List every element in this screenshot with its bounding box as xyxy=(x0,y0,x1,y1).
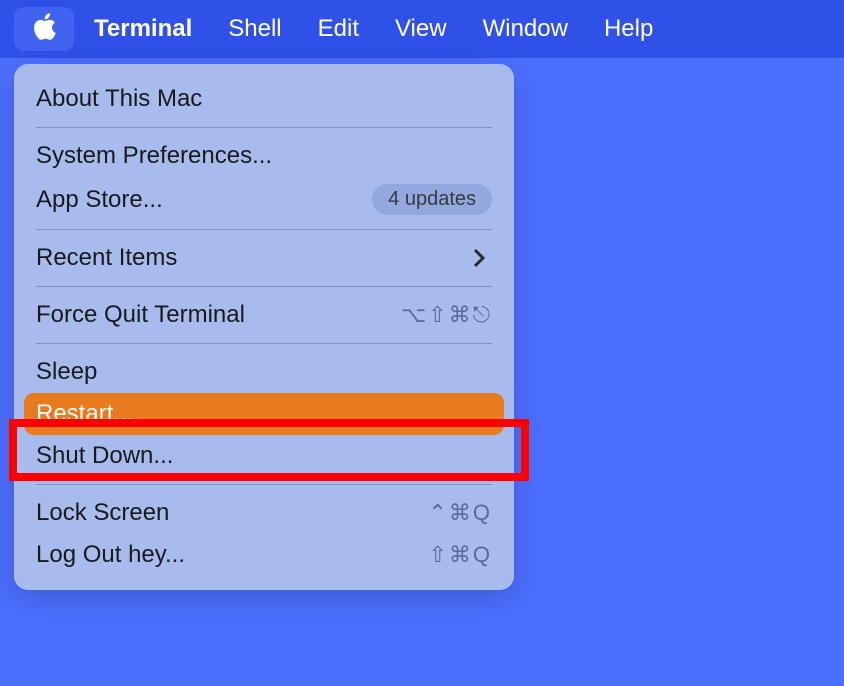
menu-item-app-store[interactable]: App Store... 4 updates xyxy=(14,177,514,222)
menu-separator xyxy=(36,286,492,287)
menu-item-recent-items[interactable]: Recent Items xyxy=(14,237,514,279)
apple-logo-icon xyxy=(31,12,57,47)
menu-item-label: Lock Screen xyxy=(36,499,169,527)
keyboard-shortcut: ⇧⌘Q xyxy=(428,542,492,568)
menu-separator xyxy=(36,127,492,128)
menubar: Terminal Shell Edit View Window Help xyxy=(0,0,844,58)
menu-item-log-out[interactable]: Log Out hey... ⇧⌘Q xyxy=(14,534,514,576)
menu-separator xyxy=(36,229,492,230)
menu-item-sleep[interactable]: Sleep xyxy=(14,351,514,393)
menu-item-label: System Preferences... xyxy=(36,142,272,170)
menubar-item-edit[interactable]: Edit xyxy=(300,0,377,58)
updates-badge: 4 updates xyxy=(372,184,492,215)
menubar-item-help[interactable]: Help xyxy=(586,0,671,58)
menu-separator xyxy=(36,484,492,485)
menu-item-system-preferences[interactable]: System Preferences... xyxy=(14,135,514,177)
menu-item-restart[interactable]: Restart... xyxy=(24,393,504,435)
keyboard-shortcut: ⌥⇧⌘⎋ xyxy=(401,302,492,328)
menu-item-label: Recent Items xyxy=(36,244,177,272)
menubar-item-shell[interactable]: Shell xyxy=(210,0,299,58)
chevron-right-icon xyxy=(472,247,486,269)
menubar-app-name[interactable]: Terminal xyxy=(84,0,210,58)
menu-item-label: About This Mac xyxy=(36,85,202,113)
menu-separator xyxy=(36,343,492,344)
menubar-item-view[interactable]: View xyxy=(377,0,465,58)
menu-item-force-quit[interactable]: Force Quit Terminal ⌥⇧⌘⎋ xyxy=(14,294,514,336)
keyboard-shortcut: ⌃⌘Q xyxy=(428,500,492,526)
apple-menu-button[interactable] xyxy=(14,7,74,51)
apple-menu-dropdown: About This Mac System Preferences... App… xyxy=(14,64,514,590)
menu-item-label: Log Out hey... xyxy=(36,541,185,569)
menu-item-label: Shut Down... xyxy=(36,442,173,470)
menu-item-label: App Store... xyxy=(36,186,163,214)
menu-item-lock-screen[interactable]: Lock Screen ⌃⌘Q xyxy=(14,492,514,534)
menu-item-about-this-mac[interactable]: About This Mac xyxy=(14,78,514,120)
menu-item-label: Force Quit Terminal xyxy=(36,301,245,329)
menubar-item-window[interactable]: Window xyxy=(465,0,586,58)
menu-item-label: Restart... xyxy=(36,400,133,428)
menu-item-shut-down[interactable]: Shut Down... xyxy=(14,435,514,477)
menu-item-label: Sleep xyxy=(36,358,97,386)
